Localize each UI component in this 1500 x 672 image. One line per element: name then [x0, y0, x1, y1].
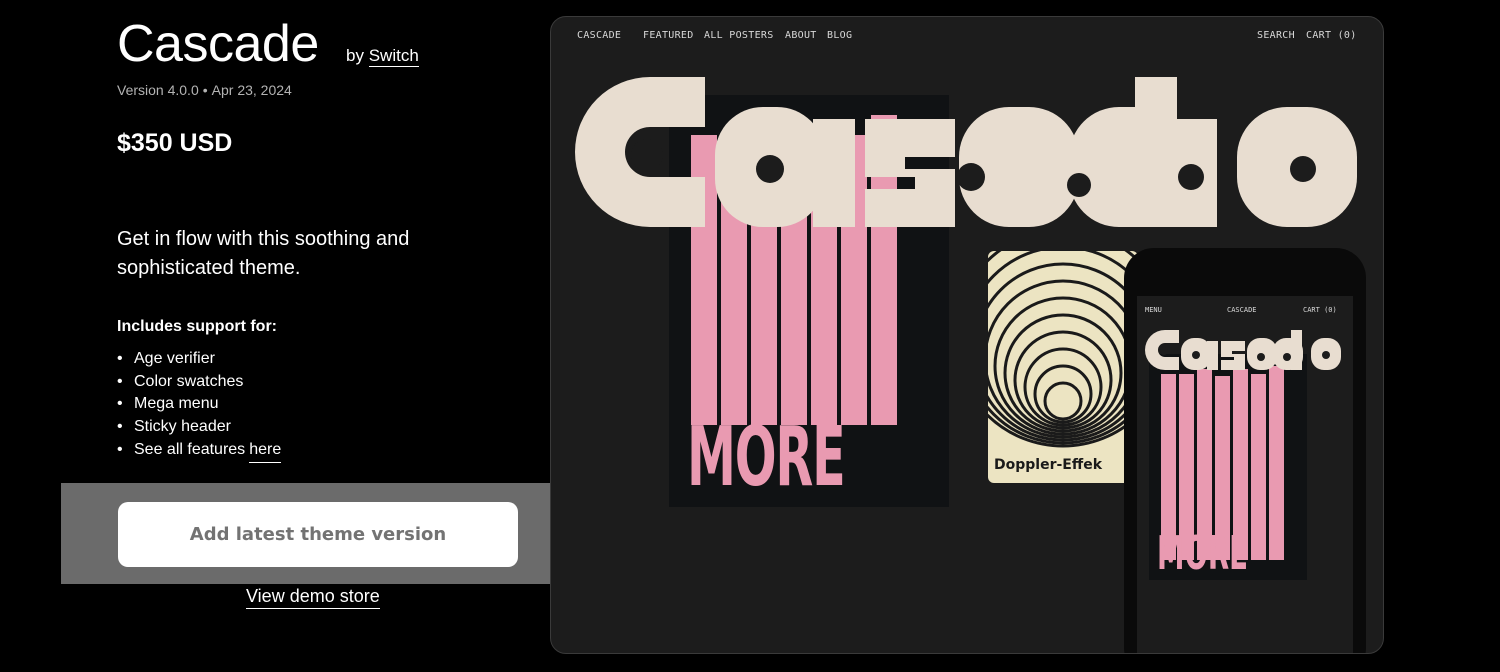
release-date: Apr 23, 2024 — [211, 82, 292, 98]
author-link[interactable]: Switch — [368, 46, 419, 67]
preview-logo: CASCADE — [577, 30, 622, 41]
concentric-circles-graphic — [988, 251, 1138, 448]
poster-word: MORE — [687, 410, 846, 505]
mobile-cascade-graphic — [1145, 330, 1341, 370]
feature-item: • Sticky header — [117, 418, 231, 436]
mobile-cart: CART (0) — [1303, 306, 1337, 314]
phone-screen: MENU CASCADE CART (0) MORE — [1137, 296, 1353, 653]
version-text: Version 4.0.0 — [117, 82, 199, 98]
separator-dot: • — [202, 82, 208, 98]
feature-item: • Color swatches — [117, 372, 244, 390]
mobile-logo: CASCADE — [1227, 306, 1257, 314]
by-prefix: by — [346, 46, 364, 65]
preview-nav-all-posters: ALL POSTERS — [704, 30, 774, 41]
theme-description: Get in flow with this soothing and sophi… — [117, 228, 410, 279]
add-theme-button[interactable]: Add latest theme version — [118, 502, 518, 567]
feature-item: • Age verifier — [117, 350, 215, 367]
version-meta: Version 4.0.0 • Apr 23, 2024 — [117, 82, 292, 98]
price: $350 USD — [117, 129, 233, 157]
view-demo-store-link[interactable]: View demo store — [246, 586, 380, 609]
mobile-menu: MENU — [1145, 306, 1162, 314]
theme-preview[interactable]: CASCADE FEATURED ALL POSTERS ABOUT BLOG … — [550, 16, 1384, 654]
preview-cart: CART (0) — [1306, 30, 1357, 41]
phone-mockup: MENU CASCADE CART (0) MORE — [1124, 248, 1366, 653]
see-all-features-link[interactable]: here — [249, 439, 282, 463]
preview-nav-blog: BLOG — [827, 30, 853, 41]
cascade-hero-graphic — [575, 77, 1357, 227]
author-byline: by Switch — [346, 46, 419, 67]
feature-item-see-all: • See all features here — [117, 439, 282, 463]
theme-title: Cascade — [117, 15, 319, 73]
preview-search: SEARCH — [1257, 30, 1295, 41]
preview-nav-about: ABOUT — [785, 30, 817, 41]
feature-list: • Age verifier • Color swatches • Mega menu… — [117, 348, 282, 463]
mobile-more-poster: MORE — [1149, 354, 1307, 580]
includes-heading: Includes support for: — [117, 318, 277, 335]
doppler-title: Doppler-Effek — [994, 457, 1103, 473]
feature-item: • Mega menu — [117, 395, 219, 413]
mobile-poster-word: MORE — [1157, 526, 1249, 580]
doppler-poster: Doppler-Effek — [988, 251, 1138, 483]
preview-nav-featured: FEATURED — [643, 30, 694, 41]
